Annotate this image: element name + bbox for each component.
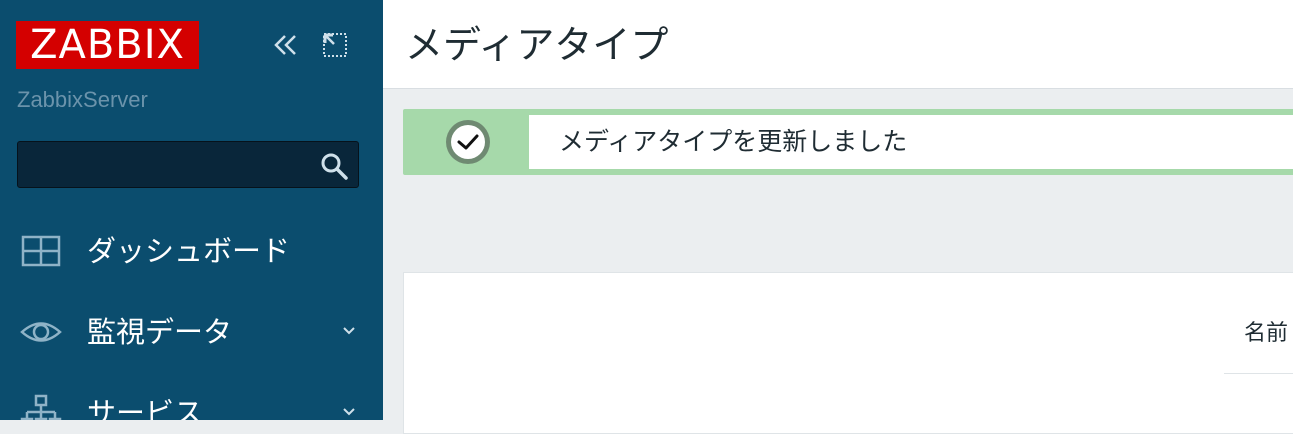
form-panel: 名前 [403, 272, 1293, 434]
server-name: ZabbixServer [17, 87, 148, 112]
sidebar-item-label: ダッシュボード [87, 234, 291, 268]
field-divider [1224, 373, 1293, 374]
message-text: メディアタイプを更新しました [559, 127, 908, 156]
sidebar-item-services[interactable]: サービス [0, 378, 383, 420]
page-title: メディアタイプ [405, 23, 669, 67]
dashboard-icon [21, 235, 61, 267]
chevron-down-icon [343, 327, 355, 335]
name-field-label: 名前 [1244, 321, 1289, 346]
search-input[interactable] [18, 142, 308, 187]
double-chevron-left-icon [274, 35, 296, 55]
sidebar-item-monitoring[interactable]: 監視データ [0, 297, 383, 367]
sidebar-search [17, 141, 359, 188]
success-message: メディアタイプを更新しました [403, 109, 1293, 175]
message-body: メディアタイプを更新しました [529, 115, 1293, 169]
sidebar-item-label: サービス [87, 396, 204, 420]
page-header: メディアタイプ [383, 0, 1293, 89]
zabbix-logo[interactable]: ZABBIX [16, 21, 199, 69]
check-circle-icon [446, 120, 490, 164]
sidebar-item-label: 監視データ [87, 315, 233, 349]
services-icon [20, 394, 62, 420]
search-icon[interactable] [319, 151, 349, 181]
chevron-down-icon [343, 408, 355, 416]
expand-icon [323, 33, 347, 57]
sidebar: ZABBIX ZabbixServer ダッシュボード 監視データ サービス [0, 0, 383, 420]
eye-icon [20, 322, 62, 342]
sidebar-item-dashboard[interactable]: ダッシュボード [0, 216, 383, 286]
collapse-sidebar-button[interactable] [271, 30, 301, 60]
kiosk-mode-button[interactable] [320, 30, 350, 60]
